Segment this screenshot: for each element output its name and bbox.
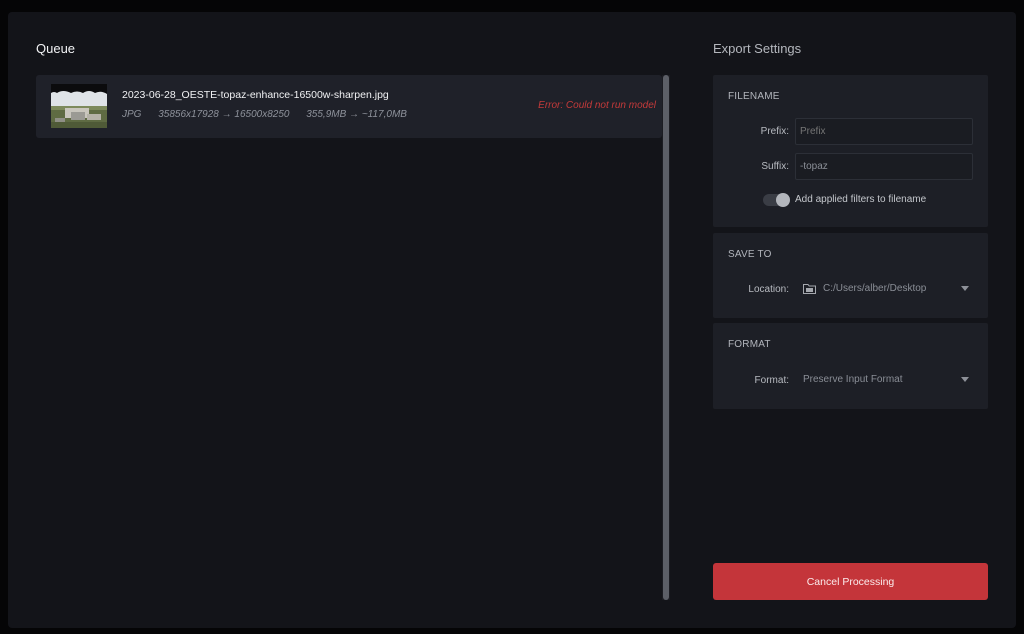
format-select[interactable]: Preserve Input Format: [801, 370, 969, 390]
save-to-section-label: SAVE TO: [728, 249, 772, 260]
export-settings-title: Export Settings: [713, 41, 802, 56]
landscape-thumbnail-icon: [51, 84, 107, 128]
file-size: 355,9MB → ~117,0MB: [306, 109, 407, 120]
format-section-label: FORMAT: [728, 339, 771, 350]
filters-toggle-label: Add applied filters to filename: [795, 194, 927, 205]
location-select[interactable]: C:/Users/alber/Desktop: [801, 279, 969, 299]
queue-scrollbar[interactable]: [662, 75, 670, 600]
file-meta: JPG 35856x17928 → 16500x8250 355,9MB → ~…: [122, 109, 421, 120]
filename-section-label: FILENAME: [728, 91, 780, 102]
chevron-down-icon: [961, 286, 969, 291]
suffix-input[interactable]: [795, 153, 973, 180]
file-format: JPG: [122, 109, 142, 120]
queue-title: Queue: [36, 41, 76, 56]
chevron-down-icon: [961, 377, 969, 382]
suffix-label: Suffix:: [761, 161, 789, 172]
scroll-thumb[interactable]: [663, 75, 669, 600]
location-label: Location:: [748, 284, 789, 295]
filename-section: FILENAME Prefix: Suffix: Add applied fil…: [713, 75, 988, 227]
toggle-knob: [776, 193, 790, 207]
error-status: Error: Could not run model: [538, 100, 656, 111]
format-value: Preserve Input Format: [803, 374, 903, 385]
queue-list: 2023-06-28_OESTE-topaz-enhance-16500w-sh…: [36, 75, 670, 600]
format-label: Format:: [754, 375, 789, 386]
file-name: 2023-06-28_OESTE-topaz-enhance-16500w-sh…: [122, 89, 389, 101]
queue-item[interactable]: 2023-06-28_OESTE-topaz-enhance-16500w-sh…: [36, 75, 662, 138]
format-section: FORMAT Format: Preserve Input Format: [713, 323, 988, 409]
filters-toggle[interactable]: [763, 193, 790, 207]
save-to-section: SAVE TO Location: C:/Users/alber/Desktop: [713, 233, 988, 318]
location-value: C:/Users/alber/Desktop: [823, 283, 927, 294]
file-dimensions: 35856x17928 → 16500x8250: [158, 109, 290, 120]
app-window: Queue 2023-06-28_OESTE-topaz-enhance-165…: [8, 12, 1016, 628]
prefix-input[interactable]: [795, 118, 973, 145]
prefix-label: Prefix:: [760, 126, 789, 137]
folder-icon: [803, 284, 816, 294]
cancel-processing-button[interactable]: Cancel Processing: [713, 563, 988, 600]
